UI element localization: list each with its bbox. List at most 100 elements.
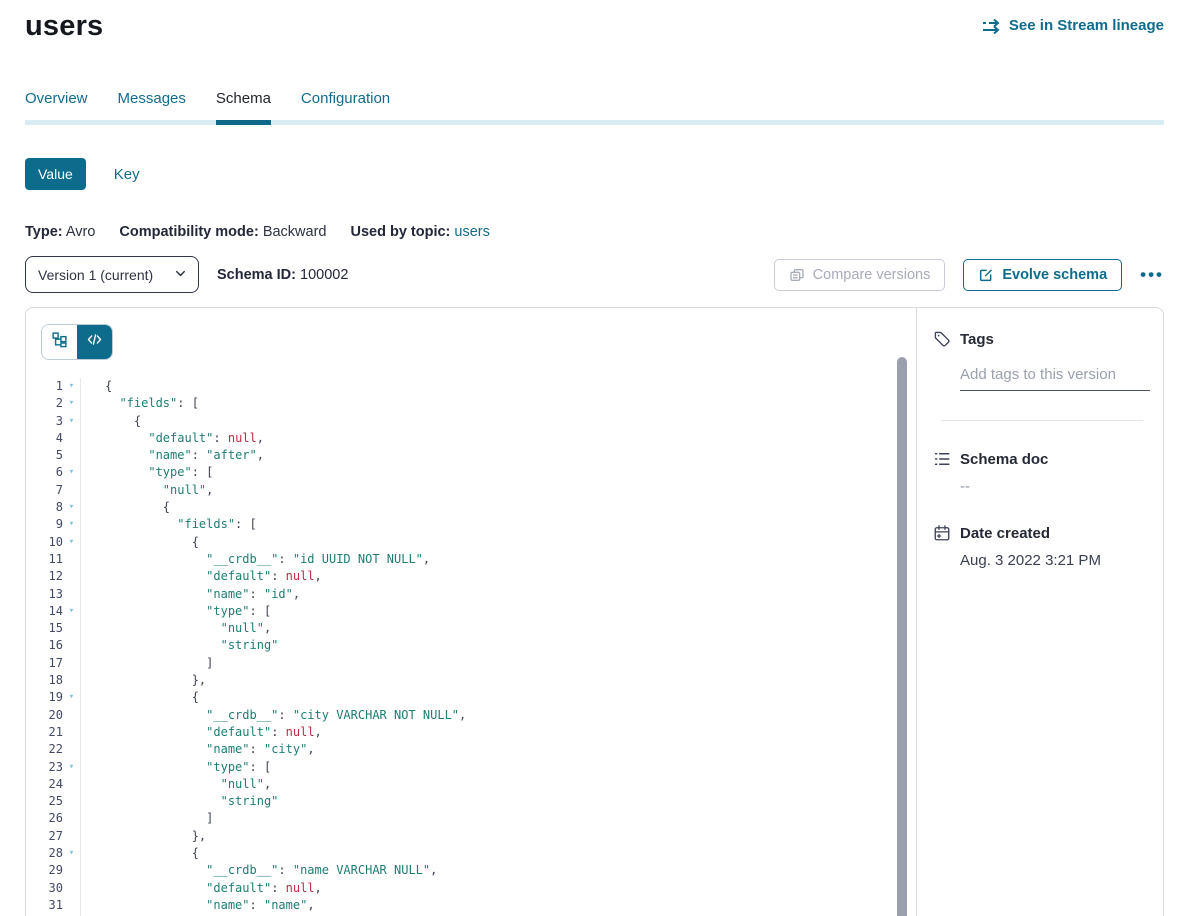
line-number: 25 (26, 793, 63, 810)
code-text: { (81, 378, 112, 395)
code-line: 7 "null", (26, 482, 916, 499)
schema-editor: 1▾{2▾ "fields": [3▾ {4 "default": null,5… (26, 308, 917, 916)
used-by-topic-link[interactable]: users (454, 224, 489, 240)
code-line: 13 "name": "id", (26, 586, 916, 603)
tree-view-button[interactable] (42, 325, 77, 359)
schema-panel: 1▾{2▾ "fields": [3▾ {4 "default": null,5… (25, 307, 1164, 916)
code-line: 16 "string" (26, 637, 916, 654)
code-line: 12 "default": null, (26, 568, 916, 585)
tab-schema[interactable]: Schema (216, 90, 271, 125)
code-text: "type": [ (81, 464, 213, 481)
code-line: 19▾ { (26, 689, 916, 706)
used-by-topic-label: Used by topic: (350, 224, 450, 240)
date-created-section: Date created Aug. 3 2022 3:21 PM (933, 524, 1147, 569)
gutter-spacer (63, 707, 81, 724)
code-line: 6▾ "type": [ (26, 464, 916, 481)
code-text: "__crdb__": "city VARCHAR NOT NULL", (81, 707, 466, 724)
gutter-spacer (63, 724, 81, 741)
key-tab-button[interactable]: Key (114, 166, 140, 183)
fold-toggle-icon[interactable]: ▾ (63, 689, 81, 706)
code-line: 18 }, (26, 672, 916, 689)
code-text: { (81, 413, 141, 430)
code-lines: 1▾{2▾ "fields": [3▾ {4 "default": null,5… (26, 378, 916, 916)
code-text: { (81, 689, 199, 706)
schema-type: Type: Avro (25, 224, 95, 240)
editor-scrollbar[interactable] (897, 357, 907, 916)
value-tab-button[interactable]: Value (25, 158, 86, 190)
gutter-spacer (63, 447, 81, 464)
list-icon (933, 450, 951, 468)
line-number: 11 (26, 551, 63, 568)
code-line: 27 }, (26, 828, 916, 845)
tags-title: Tags (960, 331, 994, 348)
code-line: 15 "null", (26, 620, 916, 637)
stream-lineage-icon (982, 18, 1002, 34)
line-number: 19 (26, 689, 63, 706)
version-select[interactable]: Version 1 (current) (25, 256, 199, 293)
fold-toggle-icon[interactable]: ▾ (63, 499, 81, 516)
fold-toggle-icon[interactable]: ▾ (63, 395, 81, 412)
evolve-schema-button[interactable]: Evolve schema (963, 259, 1122, 291)
fold-toggle-icon[interactable]: ▾ (63, 534, 81, 551)
line-number: 29 (26, 862, 63, 879)
code-text: "name": "id", (81, 586, 300, 603)
code-line: 2▾ "fields": [ (26, 395, 916, 412)
code-line: 22 "name": "city", (26, 741, 916, 758)
code-text: { (81, 499, 170, 516)
code-line: 28▾ { (26, 845, 916, 862)
line-number: 24 (26, 776, 63, 793)
stream-lineage-link[interactable]: See in Stream lineage (982, 17, 1164, 34)
schema-key-value-toggle: Value Key (25, 158, 1164, 190)
line-number: 13 (26, 586, 63, 603)
fold-toggle-icon[interactable]: ▾ (63, 413, 81, 430)
add-tags-input[interactable] (960, 364, 1150, 391)
code-text: "default": null, (81, 568, 322, 585)
fold-toggle-icon[interactable]: ▾ (63, 603, 81, 620)
used-by-topic: Used by topic: users (350, 224, 489, 240)
code-text: "name": "city", (81, 741, 315, 758)
more-options-button[interactable]: ••• (1140, 266, 1164, 283)
line-number: 27 (26, 828, 63, 845)
fold-toggle-icon[interactable]: ▾ (63, 516, 81, 533)
tree-view-icon (51, 331, 68, 353)
fold-toggle-icon[interactable]: ▾ (63, 845, 81, 862)
gutter-spacer (63, 897, 81, 914)
tag-icon (933, 330, 951, 348)
line-number: 31 (26, 897, 63, 914)
schema-doc-title: Schema doc (960, 451, 1048, 468)
schema-id: Schema ID: 100002 (217, 267, 348, 283)
code-text: "null", (81, 620, 271, 637)
gutter-spacer (63, 551, 81, 568)
compare-versions-button[interactable]: Compare versions (774, 259, 946, 291)
code-text: "null", (81, 482, 213, 499)
edit-icon (978, 267, 994, 283)
tab-messages[interactable]: Messages (118, 90, 186, 120)
date-created-value: Aug. 3 2022 3:21 PM (960, 552, 1147, 569)
date-created-title: Date created (960, 525, 1050, 542)
fold-toggle-icon[interactable]: ▾ (63, 464, 81, 481)
stream-lineage-label: See in Stream lineage (1009, 17, 1164, 34)
code-text: "type": [ (81, 759, 271, 776)
fold-toggle-icon[interactable]: ▾ (63, 378, 81, 395)
version-actions: Compare versions Evolve schema ••• (774, 259, 1164, 291)
code-text: "default": null, (81, 880, 322, 897)
code-text: "__crdb__": "id UUID NOT NULL", (81, 551, 430, 568)
schema-id-value: 100002 (300, 267, 348, 283)
editor-view-toggle (41, 324, 113, 360)
compare-versions-label: Compare versions (813, 267, 931, 283)
code-text: "name": "name", (81, 897, 315, 914)
code-text: }, (81, 828, 206, 845)
tab-overview[interactable]: Overview (25, 90, 88, 120)
code-text: "default": null, (81, 724, 322, 741)
line-number: 21 (26, 724, 63, 741)
code-line: 25 "string" (26, 793, 916, 810)
tab-configuration[interactable]: Configuration (301, 90, 390, 120)
code-view-button[interactable] (77, 325, 112, 359)
schema-doc-section: Schema doc -- (933, 450, 1147, 495)
gutter-spacer (63, 880, 81, 897)
code-line: 8▾ { (26, 499, 916, 516)
code-line: 21 "default": null, (26, 724, 916, 741)
fold-toggle-icon[interactable]: ▾ (63, 759, 81, 776)
gutter-spacer (63, 793, 81, 810)
gutter-spacer (63, 586, 81, 603)
